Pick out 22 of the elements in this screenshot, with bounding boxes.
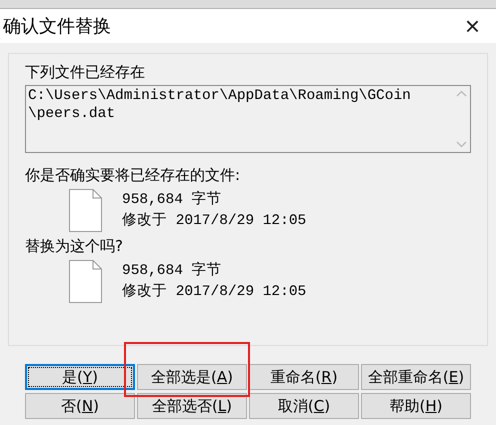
window-title: 确认文件替换 <box>3 15 111 38</box>
exists-label: 下列文件已经存在 <box>25 62 146 82</box>
dialog-button[interactable]: 帮助(H) <box>361 393 471 419</box>
dialog-button[interactable]: 全部重命名(E) <box>361 364 471 390</box>
dialog-button[interactable]: 全部选是(A) <box>137 364 247 390</box>
dialog-button[interactable]: 取消(C) <box>249 393 359 419</box>
replace-question: 替换为这个吗? <box>25 236 124 256</box>
file-icon <box>69 189 102 232</box>
modified-date: 修改于 2017/8/29 12:05 <box>122 212 306 230</box>
file-icon <box>69 260 102 303</box>
path-field[interactable]: C:\Users\Administrator\AppData\Roaming\GCoin \peers.dat <box>25 85 471 153</box>
file-size: 958,684 字节 <box>122 190 223 210</box>
scroll-up-icon[interactable] <box>456 90 467 97</box>
dialog-button[interactable]: 重命名(R) <box>249 364 359 390</box>
dialog-button[interactable]: 否(N) <box>25 393 135 419</box>
file-size: 958,684 字节 <box>122 260 223 280</box>
close-button[interactable]: × <box>460 13 484 39</box>
question-label: 你是否确实要将已经存在的文件: <box>25 165 242 185</box>
scroll-down-icon[interactable] <box>456 141 467 148</box>
dialog-button[interactable]: 是(Y) <box>25 364 135 390</box>
modified-date: 修改于 2017/8/29 12:05 <box>122 282 306 302</box>
dialog-button[interactable]: 全部选否(L) <box>137 393 247 419</box>
